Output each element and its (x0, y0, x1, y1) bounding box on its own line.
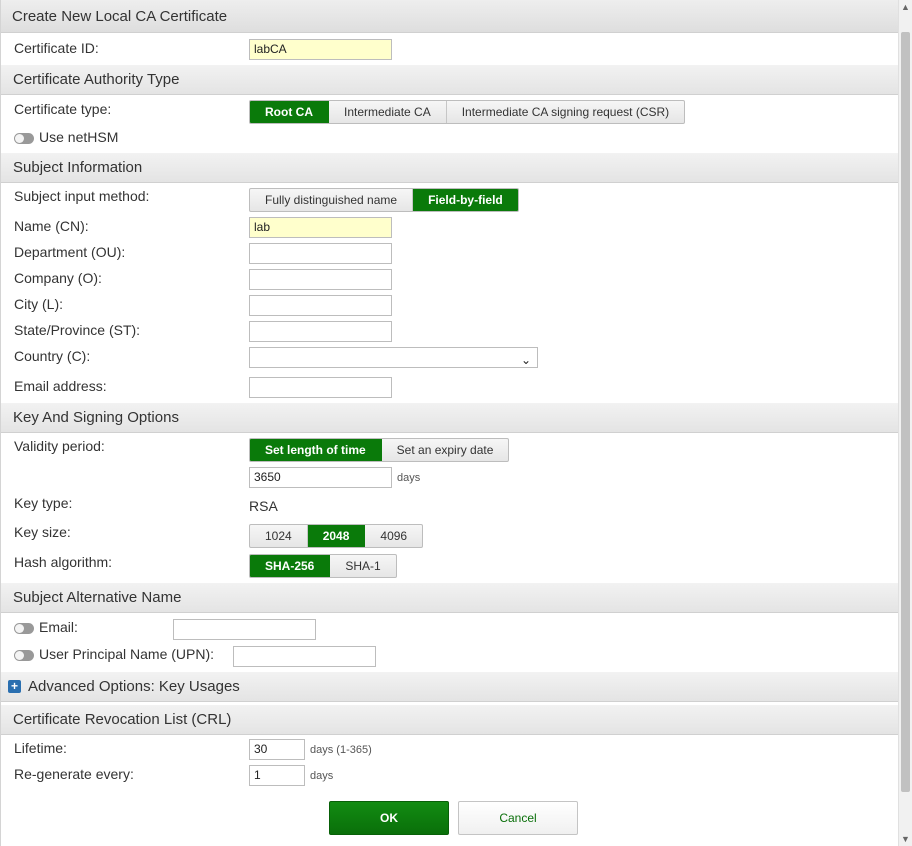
certificate-id-label: Certificate ID: (14, 40, 99, 56)
state-input[interactable] (249, 321, 392, 342)
option-sha-1[interactable]: SHA-1 (330, 555, 395, 577)
option-sha-256[interactable]: SHA-256 (250, 555, 331, 577)
option-intermediate-csr[interactable]: Intermediate CA signing request (CSR) (447, 101, 684, 123)
crl-regen-label: Re-generate every: (14, 766, 134, 782)
key-size-label: Key size: (14, 524, 71, 540)
email-address-input[interactable] (249, 377, 392, 398)
san-email-toggle[interactable] (14, 623, 34, 634)
certificate-id-input[interactable]: labCA (249, 39, 392, 60)
option-root-ca[interactable]: Root CA (250, 101, 329, 123)
section-header-crl: Certificate Revocation List (CRL) (1, 705, 898, 735)
option-key-size-1024[interactable]: 1024 (250, 525, 308, 547)
advanced-options-label: Advanced Options: Key Usages (28, 678, 240, 695)
validity-days-unit: days (397, 472, 421, 484)
section-header-san: Subject Alternative Name (1, 583, 898, 613)
san-upn-label: User Principal Name (UPN): (39, 646, 215, 662)
email-address-label: Email address: (14, 378, 107, 394)
create-ca-dialog: Create New Local CA Certificate Certific… (0, 0, 899, 846)
subject-input-method-label: Subject input method: (14, 188, 150, 204)
validity-period-label: Validity period: (14, 438, 105, 454)
crl-lifetime-input[interactable]: 30 (249, 739, 305, 760)
country-label: Country (C): (14, 348, 91, 364)
option-key-size-4096[interactable]: 4096 (365, 525, 422, 547)
section-header-key-options: Key And Signing Options (1, 403, 898, 433)
validity-period-group: Set length of time Set an expiry date (249, 438, 510, 462)
scroll-up-icon[interactable]: ▲ (901, 2, 910, 12)
option-field-by-field[interactable]: Field-by-field (413, 189, 518, 211)
section-header-subject: Subject Information (1, 153, 898, 183)
city-input[interactable] (249, 295, 392, 316)
option-intermediate-ca[interactable]: Intermediate CA (329, 101, 447, 123)
crl-regen-input[interactable]: 1 (249, 765, 305, 786)
crl-lifetime-label: Lifetime: (14, 740, 67, 756)
name-cn-input[interactable]: lab (249, 217, 392, 238)
company-input[interactable] (249, 269, 392, 290)
dialog-content: Create New Local CA Certificate Certific… (1, 0, 899, 790)
scroll-thumb[interactable] (901, 32, 910, 792)
key-type-label: Key type: (14, 495, 73, 511)
validity-days-input[interactable]: 3650 (249, 467, 392, 488)
subject-input-method-group: Fully distinguished name Field-by-field (249, 188, 519, 212)
san-email-label: Email: (39, 619, 78, 635)
san-upn-input[interactable] (233, 646, 376, 667)
san-upn-toggle[interactable] (14, 650, 34, 661)
crl-regen-unit: days (310, 770, 334, 782)
crl-lifetime-unit: days (1-365) (310, 744, 372, 756)
san-email-input[interactable] (173, 619, 316, 640)
dialog-title: Create New Local CA Certificate (1, 0, 898, 33)
vertical-scrollbar[interactable]: ▲ ▼ (898, 0, 912, 846)
name-cn-label: Name (CN): (14, 218, 89, 234)
key-type-value: RSA (249, 498, 278, 514)
certificate-type-group: Root CA Intermediate CA Intermediate CA … (249, 100, 686, 124)
scroll-down-icon[interactable]: ▼ (901, 834, 910, 844)
section-header-advanced[interactable]: + Advanced Options: Key Usages (1, 672, 898, 702)
certificate-type-label: Certificate type: (14, 101, 112, 117)
chevron-down-icon: ⌄ (520, 353, 531, 367)
key-size-group: 1024 2048 4096 (249, 524, 424, 548)
section-header-ca-type: Certificate Authority Type (1, 65, 898, 95)
company-label: Company (O): (14, 270, 102, 286)
hash-algorithm-group: SHA-256 SHA-1 (249, 554, 397, 578)
cancel-button[interactable]: Cancel (458, 801, 578, 835)
dialog-footer: OK Cancel (1, 790, 899, 846)
city-label: City (L): (14, 296, 63, 312)
option-key-size-2048[interactable]: 2048 (307, 525, 366, 547)
option-fully-distinguished-name[interactable]: Fully distinguished name (250, 189, 414, 211)
use-nethsm-toggle[interactable] (14, 133, 34, 144)
option-set-expiry-date[interactable]: Set an expiry date (382, 439, 509, 461)
department-label: Department (OU): (14, 244, 126, 260)
state-label: State/Province (ST): (14, 322, 141, 338)
option-set-length-of-time[interactable]: Set length of time (250, 439, 382, 461)
hash-algorithm-label: Hash algorithm: (14, 554, 113, 570)
department-input[interactable] (249, 243, 392, 264)
expand-plus-icon: + (8, 680, 21, 693)
use-nethsm-label: Use netHSM (39, 129, 119, 145)
country-select[interactable]: ⌄ (249, 347, 538, 368)
ok-button[interactable]: OK (329, 801, 449, 835)
